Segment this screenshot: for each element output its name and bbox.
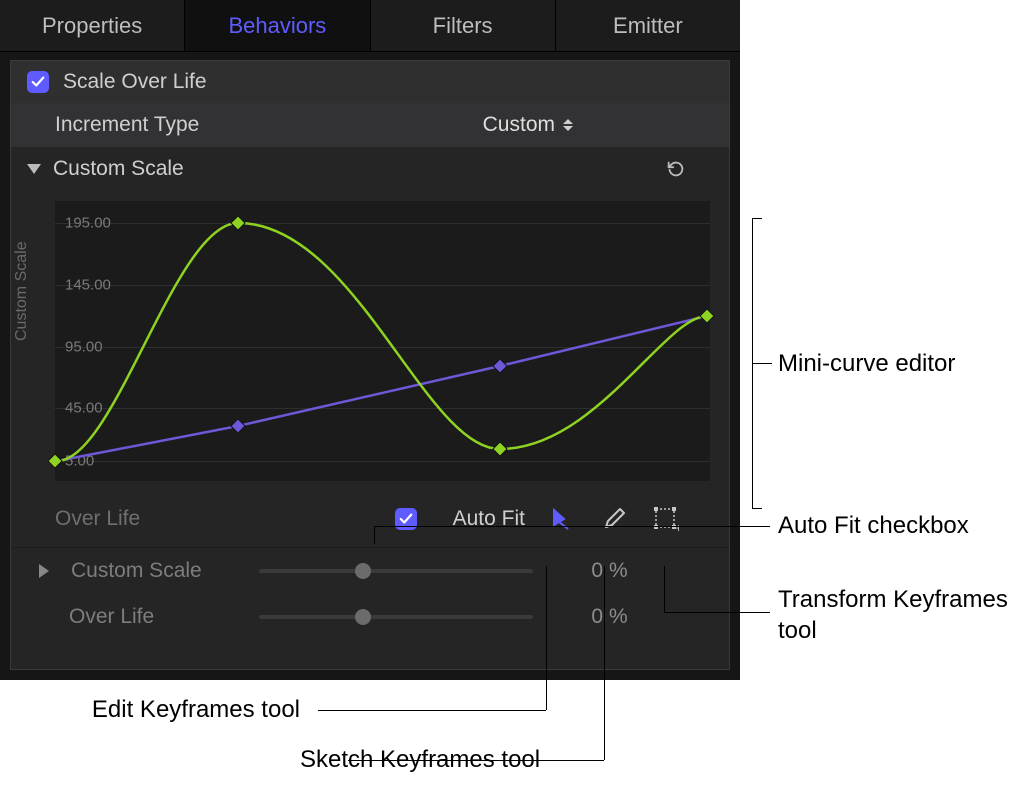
chart-y-axis-label: Custom Scale [13,241,31,341]
overlife-label: Over Life [55,507,140,531]
annotation-transform: Transform Keyframes tool [778,584,1008,646]
param-rows: Custom Scale 0 % Over Life 0 % [11,547,729,640]
increment-type-row: Increment Type Custom [11,103,729,147]
unit-label: % [603,605,633,629]
annotation-leader [752,508,762,509]
curve-plot-area[interactable]: 195.00 145.00 95.00 45.00 5.00 [55,201,710,481]
keyframe-diamond[interactable] [48,454,62,468]
reset-icon[interactable] [665,158,687,180]
edit-keyframes-tool[interactable] [547,504,577,534]
annotation-leader [664,612,770,613]
annotation-leader [374,526,770,527]
inspector-tabs: Properties Behaviors Filters Emitter [0,0,740,52]
transform-keyframes-tool[interactable]: + [651,504,681,534]
custom-scale-row[interactable]: Custom Scale [11,147,729,191]
mini-curve-editor[interactable]: Custom Scale 195.00 145.00 95.00 45.00 5… [11,191,729,491]
behavior-title: Scale Over Life [63,70,207,94]
param-label: Over Life [69,605,154,629]
green-curve[interactable] [57,223,707,461]
dropdown-caret-icon [563,119,573,131]
sketch-keyframes-tool[interactable] [599,504,629,534]
tab-properties[interactable]: Properties [0,0,185,51]
increment-type-value: Custom [483,113,555,137]
disclosure-right-icon[interactable] [39,564,49,578]
inspector-panel: Properties Behaviors Filters Emitter Sca… [0,0,740,680]
custom-scale-value[interactable]: 0 [553,559,603,583]
purple-curve[interactable] [57,316,707,461]
unit-label: % [603,559,633,583]
keyframe-diamond[interactable] [700,309,714,323]
over-life-value[interactable]: 0 [553,605,603,629]
custom-scale-label: Custom Scale [53,157,184,181]
annotation-leader [546,566,547,710]
keyframe-diamond[interactable] [231,419,245,433]
tab-behaviors[interactable]: Behaviors [185,0,370,51]
annotation-edit: Edit Keyframes tool [70,696,300,724]
annotation-leader [318,710,546,711]
param-label: Custom Scale [71,559,202,583]
annotation-leader [752,363,772,364]
custom-scale-slider[interactable] [259,569,533,573]
increment-type-label: Increment Type [55,113,199,137]
param-over-life: Over Life 0 % [11,594,729,640]
tab-filters[interactable]: Filters [371,0,556,51]
enable-behavior-checkbox[interactable] [27,71,49,93]
keyframe-diamond[interactable] [231,216,245,230]
curve-tool-row: Over Life Auto Fit [11,491,729,547]
slider-thumb[interactable] [355,563,371,579]
increment-type-dropdown[interactable]: Custom [483,113,573,137]
behavior-body: Scale Over Life Increment Type Custom Cu… [10,60,730,670]
annotation-leader [604,566,605,760]
over-life-slider[interactable] [259,615,533,619]
auto-fit-label: Auto Fit [453,507,525,531]
annotation-leader [664,566,665,612]
curve-svg [55,201,710,481]
slider-thumb[interactable] [355,609,371,625]
annotation-mini-curve: Mini-curve editor [778,350,955,378]
disclosure-down-icon [27,164,41,174]
behavior-header: Scale Over Life [11,61,729,103]
tab-emitter[interactable]: Emitter [556,0,740,51]
keyframe-diamond[interactable] [493,442,507,456]
param-custom-scale: Custom Scale 0 % [11,548,729,594]
annotation-leader [752,218,762,219]
annotation-leader [374,526,375,544]
annotation-auto-fit: Auto Fit checkbox [778,512,969,540]
annotation-sketch: Sketch Keyframes tool [300,746,540,774]
keyframe-diamond[interactable] [493,359,507,373]
